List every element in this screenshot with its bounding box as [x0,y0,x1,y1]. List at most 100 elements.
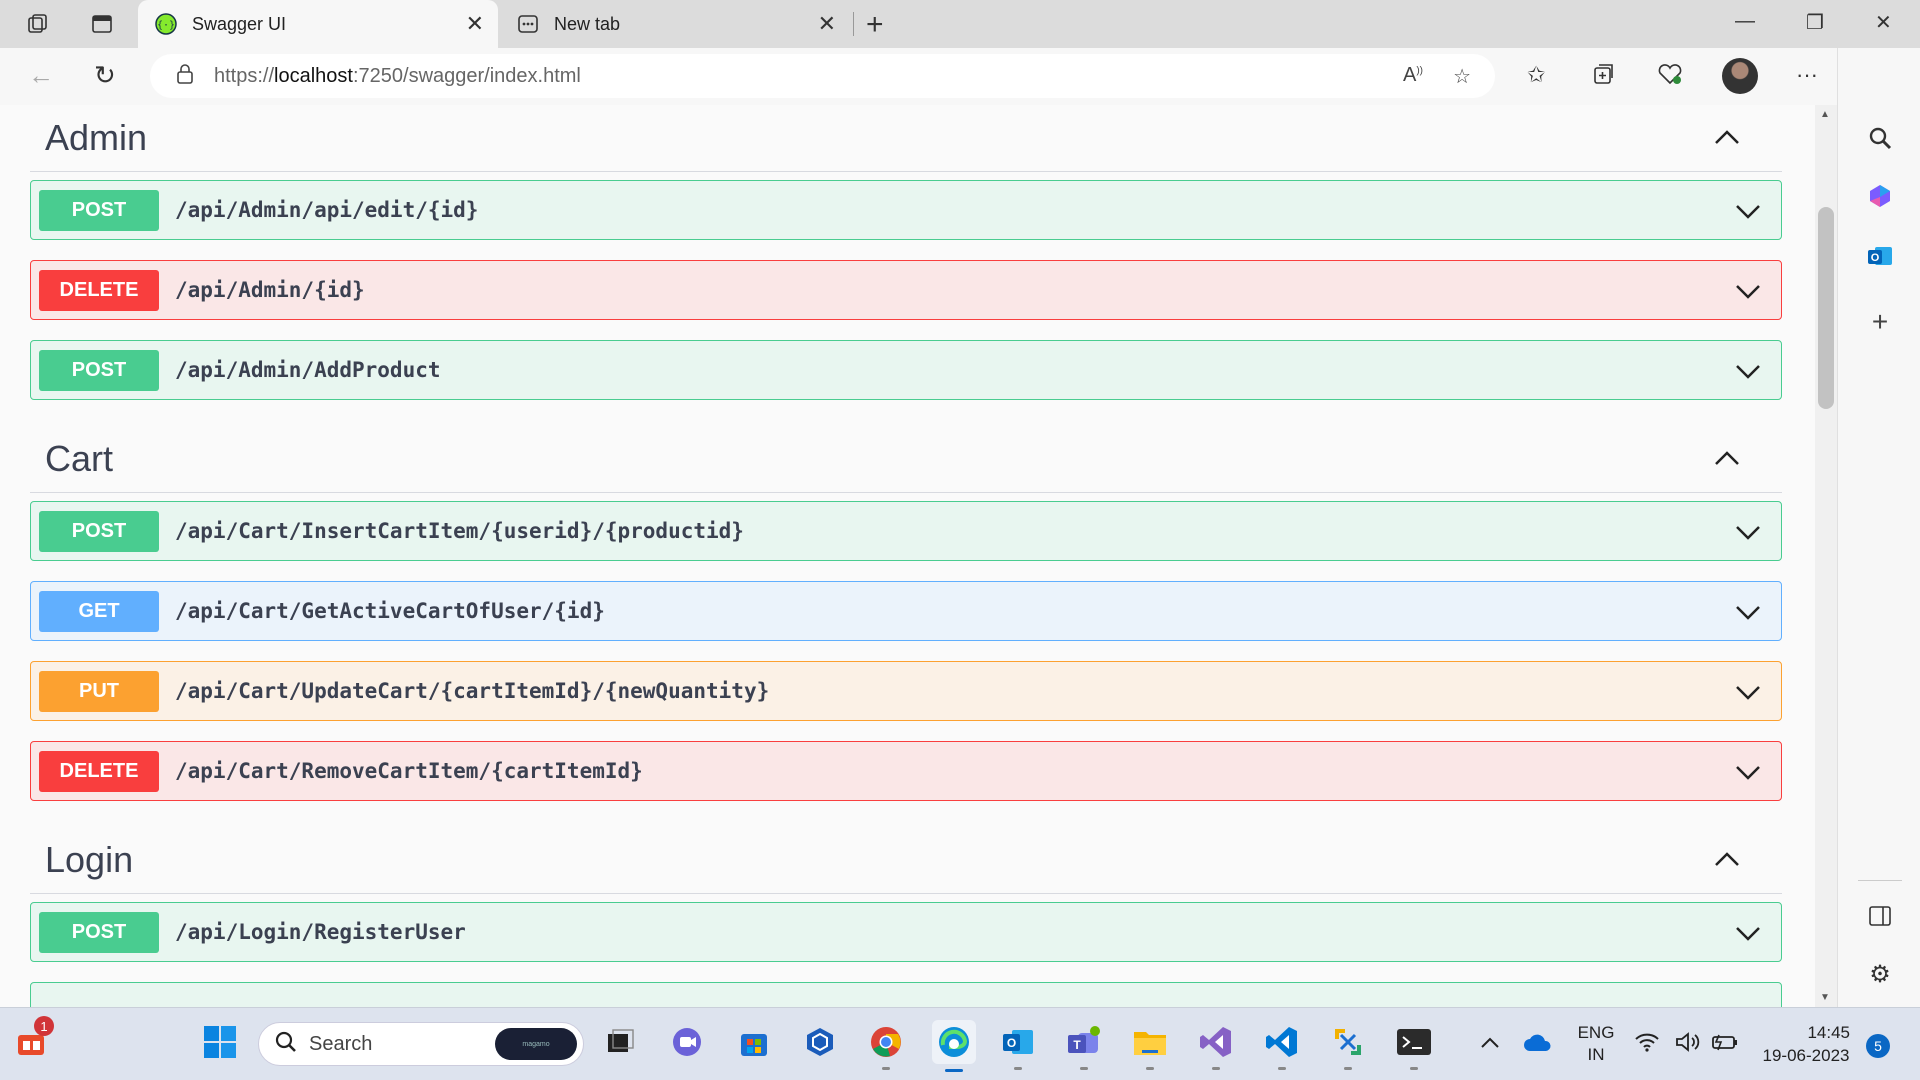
operation-row[interactable]: PUT /api/Cart/UpdateCart/{cartItemId}/{n… [30,661,1782,721]
volume-icon[interactable] [1672,1022,1702,1062]
refresh-button[interactable]: ↻ [94,60,116,91]
close-window-button[interactable]: ✕ [1875,10,1892,35]
battery-icon[interactable] [1710,1022,1740,1062]
close-tab-icon[interactable]: ✕ [466,11,484,37]
settings-gear-icon[interactable]: ⚙ [1864,958,1896,990]
workspaces-icon[interactable] [24,10,52,38]
visual-studio-icon[interactable] [1196,1022,1236,1070]
tab-new-tab[interactable]: New tab ✕ [500,0,850,48]
running-indicator [1212,1067,1220,1070]
edge-sidebar: O + ⚙ [1837,48,1920,1007]
method-badge: DELETE [39,750,159,792]
operation-row[interactable]: DELETE /api/Admin/{id} [30,260,1782,320]
wifi-icon[interactable] [1632,1022,1662,1062]
favorites-icon[interactable]: ✩ [1527,62,1545,88]
method-badge: POST [39,510,159,552]
chevron-down-icon[interactable] [1733,356,1763,386]
running-indicator [1146,1067,1154,1070]
operation-path: /api/Cart/RemoveCartItem/{cartItemId} [175,759,643,783]
close-tab-icon[interactable]: ✕ [818,11,836,37]
browser-title-bar: {·} Swagger UI ✕ New tab ✕ + — ❐ ✕ [0,0,1920,48]
section-header[interactable]: Login [30,827,1782,894]
microsoft-365-icon[interactable] [1864,180,1896,212]
outlook-icon[interactable]: O [998,1022,1038,1070]
svg-text:O: O [1871,252,1880,264]
chevron-down-icon[interactable] [1733,196,1763,226]
onedrive-icon[interactable] [1518,1022,1558,1062]
chrome-icon[interactable] [866,1022,906,1070]
profile-avatar[interactable] [1722,58,1758,94]
tab-swagger-ui[interactable]: {·} Swagger UI ✕ [138,0,498,48]
operation-path: /api/Login/RegisterUser [175,920,466,944]
method-badge: GET [39,590,159,632]
chevron-down-icon[interactable] [1733,757,1763,787]
svg-text:O: O [1007,1036,1016,1050]
new-tab-page-icon [516,12,540,36]
notification-badge[interactable]: 5 [1866,1034,1890,1058]
outlook-icon[interactable]: O [1864,240,1896,272]
chevron-up-icon[interactable] [1712,845,1742,875]
teams-icon[interactable]: T [1064,1022,1104,1070]
widgets-icon[interactable]: 1 [12,1016,54,1062]
chevron-down-icon[interactable] [1733,677,1763,707]
task-view-icon[interactable] [600,1022,640,1062]
snipping-tool-icon[interactable] [1328,1022,1368,1070]
operation-row[interactable]: POST /api/Cart/InsertCartItem/{userid}/{… [30,501,1782,561]
operation-row[interactable]: POST /api/Admin/AddProduct [30,340,1782,400]
vertical-tabs-icon[interactable] [88,10,116,38]
running-indicator [1080,1067,1088,1070]
section-header[interactable]: Admin [30,105,1782,172]
show-hidden-icons-chevron-icon[interactable] [1470,1022,1510,1062]
windows-taskbar: 1 Search magamo O T ENG IN 14:45 19-06-2… [0,1007,1920,1080]
input-language[interactable]: ENG IN [1574,1022,1618,1066]
chat-icon[interactable] [668,1022,708,1062]
operation-path: /api/Admin/api/edit/{id} [175,198,479,222]
search-icon [275,1031,297,1058]
operation-path: /api/Admin/AddProduct [175,358,441,382]
search-label: Search [309,1032,373,1055]
windows-start-icon[interactable] [200,1022,240,1062]
chevron-down-icon[interactable] [1733,276,1763,306]
page-scrollbar[interactable]: ▲ ▼ [1815,105,1837,1007]
add-icon[interactable]: + [1864,306,1896,338]
restore-button[interactable]: ❐ [1806,10,1824,35]
azure-data-studio-icon[interactable] [800,1022,840,1062]
vscode-icon[interactable] [1262,1022,1302,1070]
section-cart: Cart POST /api/Cart/InsertCartItem/{user… [30,426,1782,801]
running-indicator [882,1067,890,1070]
search-icon[interactable] [1864,122,1896,154]
scroll-down-arrow-icon[interactable]: ▼ [1820,992,1830,1003]
chevron-down-icon[interactable] [1733,517,1763,547]
operation-row-partial[interactable] [30,982,1782,1007]
swagger-content: Admin POST /api/Admin/api/edit/{id} DELE… [0,105,1815,1007]
more-options-icon[interactable]: ··· [1796,62,1818,88]
chevron-down-icon[interactable] [1733,918,1763,948]
clock[interactable]: 14:45 19-06-2023 [1756,1021,1856,1067]
chevron-down-icon[interactable] [1733,597,1763,627]
tab-title: New tab [554,13,621,34]
chevron-up-icon[interactable] [1712,444,1742,474]
terminal-icon[interactable] [1394,1022,1434,1070]
operation-row[interactable]: POST /api/Login/RegisterUser [30,902,1782,962]
scroll-thumb[interactable] [1818,207,1834,409]
minimize-button[interactable]: — [1735,10,1755,33]
browser-essentials-icon[interactable] [1657,62,1683,92]
taskbar-search[interactable]: Search magamo [258,1022,584,1066]
collections-icon[interactable] [1592,62,1616,92]
address-bar[interactable]: https://localhost:7250/swagger/index.htm… [150,54,1495,98]
operation-row[interactable]: POST /api/Admin/api/edit/{id} [30,180,1782,240]
read-aloud-icon[interactable]: A)) [1403,64,1423,87]
section-header[interactable]: Cart [30,426,1782,493]
split-screen-icon[interactable] [1864,900,1896,932]
operation-row[interactable]: DELETE /api/Cart/RemoveCartItem/{cartIte… [30,741,1782,801]
favorite-star-icon[interactable]: ☆ [1453,64,1471,89]
operation-row[interactable]: GET /api/Cart/GetActiveCartOfUser/{id} [30,581,1782,641]
lock-icon[interactable] [176,63,194,89]
microsoft-store-icon[interactable] [734,1022,774,1062]
file-explorer-icon[interactable] [1130,1022,1170,1070]
chevron-up-icon[interactable] [1712,123,1742,153]
edge-icon[interactable] [932,1020,976,1072]
new-tab-button[interactable]: + [866,8,884,42]
scroll-up-arrow-icon[interactable]: ▲ [1820,109,1830,120]
back-button[interactable]: ← [28,60,54,91]
